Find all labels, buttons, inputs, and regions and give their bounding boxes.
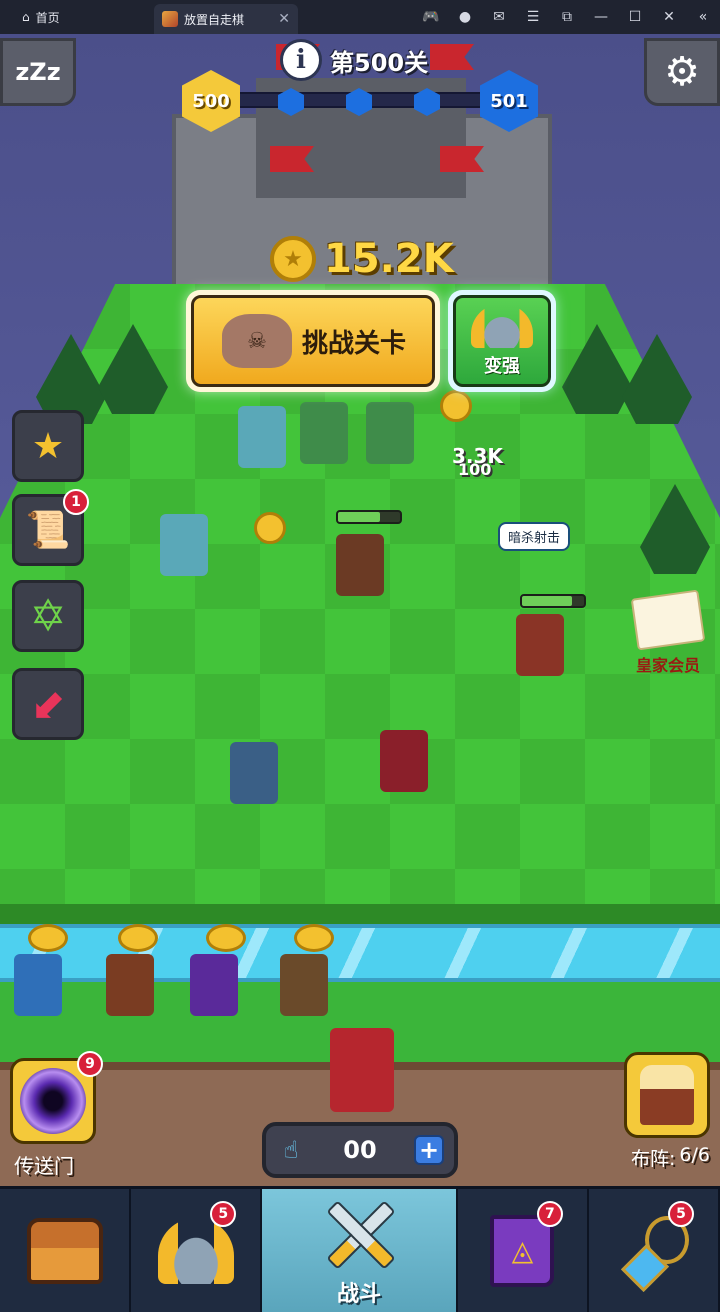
enemy-unit[interactable]: [160, 514, 208, 576]
dropped-coin[interactable]: [440, 390, 472, 422]
settings-button[interactable]: ⚙: [644, 38, 720, 106]
bench-unit[interactable]: [14, 954, 62, 1016]
nav-battle[interactable]: 战斗: [262, 1189, 458, 1312]
summon-counter: ☝ 00 +: [262, 1122, 458, 1178]
ranking-button[interactable]: ★: [12, 410, 84, 482]
coin-amount: 15.2K: [324, 236, 454, 282]
bench-coin-icon: [206, 924, 246, 952]
bench-unit[interactable]: [280, 954, 328, 1016]
sleep-icon: zZz: [15, 58, 61, 86]
nav-chest[interactable]: [0, 1189, 132, 1312]
player-unit[interactable]: [516, 614, 564, 676]
challenge-label: 挑战关卡: [302, 328, 407, 359]
portal-swirl-icon: [20, 1068, 86, 1134]
level-title: i 第500关: [280, 38, 428, 82]
formation-label: 布阵:: [631, 1148, 676, 1170]
arrow-down-left-icon: ⬋: [30, 679, 66, 729]
scroll-icon: 📜: [25, 510, 71, 551]
winged-helmet-icon: [157, 1217, 234, 1284]
royal-member-label: 皇家会员: [635, 656, 700, 675]
nav-battle-label: 战斗: [337, 1281, 382, 1307]
info-icon[interactable]: i: [280, 39, 322, 81]
portal-label: 传送门: [14, 1154, 74, 1178]
game-viewport[interactable]: 3.3K 100 暗杀射击 zZz ⚙ i 第500关 500 501 ★ 15…: [0, 34, 720, 1312]
home-tab[interactable]: ⌂ 首页: [0, 9, 72, 26]
challenge-level-button[interactable]: ☠ 挑战关卡: [186, 290, 440, 392]
dropped-coin[interactable]: [254, 512, 286, 544]
portal-badge: 9: [77, 1051, 103, 1077]
nav-heroes-badge: 5: [210, 1201, 237, 1227]
scroll-badge: 1: [63, 489, 89, 515]
crossed-swords-icon: [319, 1194, 399, 1274]
treasure-chest-icon: [26, 1217, 103, 1284]
formation-button[interactable]: [624, 1052, 710, 1138]
health-bar: [336, 510, 402, 524]
hexagram-icon: ✡: [29, 590, 67, 642]
podium-star-icon: ★: [31, 425, 65, 467]
portal-button[interactable]: 9: [10, 1051, 103, 1144]
game-tab-title: 放置自走棋: [184, 12, 245, 27]
user-icon[interactable]: ●: [456, 9, 474, 25]
health-bar: [520, 594, 586, 608]
collapse-icon[interactable]: «: [694, 9, 712, 25]
mail-icon[interactable]: ✉: [490, 9, 508, 25]
nav-amulet-badge: 5: [668, 1201, 695, 1227]
coin-counter: ★ 15.2K: [270, 236, 454, 282]
formation-value: 6/6: [679, 1144, 710, 1166]
menu-icon[interactable]: ☰: [524, 9, 542, 25]
close-tab-icon[interactable]: ✕: [278, 11, 290, 27]
nav-spellbook[interactable]: ◬ 7: [458, 1189, 589, 1312]
formation-hero-icon: [640, 1065, 694, 1125]
tap-hand-icon: ☝: [283, 1136, 299, 1164]
coin-icon: ★: [270, 236, 316, 282]
enemy-unit[interactable]: [300, 402, 348, 464]
nav-heroes[interactable]: 5: [131, 1189, 263, 1312]
home-tab-label: 首页: [35, 10, 60, 25]
nav-amulet[interactable]: 5: [589, 1189, 720, 1312]
minimize-icon[interactable]: —: [592, 9, 610, 25]
bench-coin-icon: [28, 924, 68, 952]
pin-icon[interactable]: ⧉: [558, 9, 576, 25]
maximize-icon[interactable]: ☐: [626, 9, 644, 25]
gamepad-icon[interactable]: 🎮: [422, 9, 440, 25]
damage-sub-number: 100: [458, 460, 492, 479]
royal-member-button[interactable]: 皇家会员: [630, 589, 706, 676]
winged-helmet-icon: [471, 304, 533, 348]
scroll-button[interactable]: 📜 1: [12, 489, 89, 566]
hexagram-button[interactable]: ✡: [12, 580, 84, 652]
sleep-button[interactable]: zZz: [0, 38, 76, 106]
upgrade-label: 变强: [484, 356, 520, 377]
bench-coin-icon: [294, 924, 334, 952]
player-unit[interactable]: [336, 534, 384, 596]
player-unit[interactable]: [230, 742, 278, 804]
collapse-arrow-button[interactable]: ⬋: [12, 668, 84, 740]
add-button[interactable]: +: [414, 1135, 444, 1165]
upgrade-button[interactable]: 变强: [448, 290, 556, 392]
home-icon: ⌂: [22, 10, 30, 24]
formation-status: 布阵: 6/6: [631, 1144, 710, 1171]
enemy-unit[interactable]: [238, 406, 286, 468]
membership-card-icon: [630, 589, 706, 651]
gear-icon: ⚙: [664, 49, 700, 95]
castle-flag: [430, 44, 474, 70]
skill-tag: 暗杀射击: [498, 522, 571, 551]
bottom-nav: 5 战斗 ◬ 7 5: [0, 1186, 720, 1312]
nav-spellbook-badge: 7: [536, 1201, 563, 1227]
enemy-unit[interactable]: [366, 402, 414, 464]
player-unit[interactable]: [380, 730, 428, 792]
level-label: 第500关: [330, 48, 429, 77]
browser-titlebar: ⌂ 首页 放置自走棋 ✕ 🎮 ● ✉ ☰ ⧉ — ☐ ✕ «: [0, 0, 720, 34]
amulet-icon: [623, 1215, 690, 1286]
bench-coin-icon: [118, 924, 158, 952]
bench-unit[interactable]: [190, 954, 238, 1016]
counter-value: 00: [343, 1136, 377, 1164]
close-window-icon[interactable]: ✕: [660, 9, 678, 25]
hero-unit[interactable]: [330, 1028, 394, 1112]
bench-unit[interactable]: [106, 954, 154, 1016]
skull-icon: ☠: [222, 314, 292, 368]
game-favicon-icon: [162, 11, 178, 27]
game-tab[interactable]: 放置自走棋 ✕: [154, 4, 298, 34]
